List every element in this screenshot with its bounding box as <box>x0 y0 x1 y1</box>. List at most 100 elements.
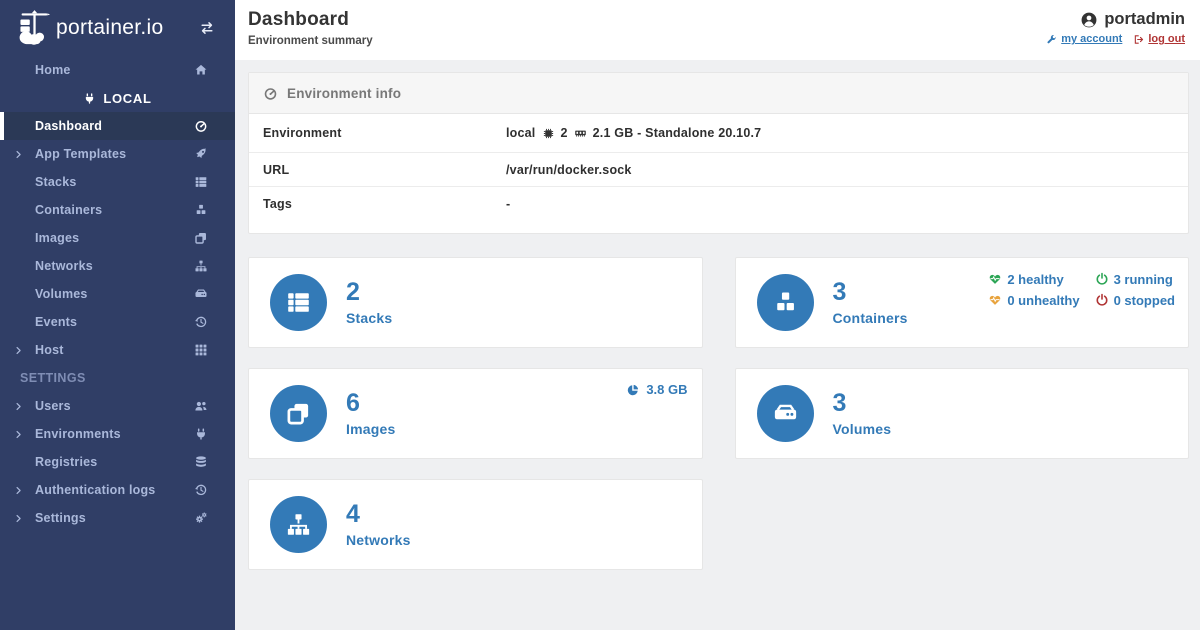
sidebar-item-label: Environments <box>35 427 194 441</box>
page-header: Dashboard Environment summary portadmin … <box>235 0 1200 60</box>
brand-name: portainer.io <box>56 16 164 40</box>
sidebar-item-label: Events <box>35 315 194 329</box>
microchip-icon <box>542 127 555 140</box>
sitemap-icon <box>285 511 312 538</box>
user-name: portadmin <box>1046 10 1185 29</box>
sidebar-item-label: Containers <box>35 203 194 217</box>
clone-icon <box>285 400 312 427</box>
stat-2-healthy: 2 healthy <box>988 269 1079 289</box>
sidebar-item-images[interactable]: Images <box>0 224 235 252</box>
environment-info-panel-header: Environment info <box>249 73 1188 114</box>
sidebar-item-stacks[interactable]: Stacks <box>0 168 235 196</box>
sidebar-item-registries[interactable]: Registries <box>0 448 235 476</box>
sidebar-item-label: Users <box>35 399 194 413</box>
rocket-icon <box>194 147 208 161</box>
my-account-link[interactable]: my account <box>1046 33 1122 45</box>
plug-icon <box>83 92 96 105</box>
sidebar-item-containers[interactable]: Containers <box>0 196 235 224</box>
sidebar-item-authentication-logs[interactable]: Authentication logs <box>0 476 235 504</box>
history-icon <box>194 483 208 497</box>
tile-count: 3 <box>833 279 908 305</box>
log-out-link[interactable]: log out <box>1133 33 1185 45</box>
container-status-stats: 2 healthy0 unhealthy3 running0 stopped <box>988 269 1175 310</box>
tile-volumes[interactable]: 3 Volumes <box>735 368 1190 459</box>
power-icon <box>1095 293 1109 307</box>
stat-0-stopped: 0 stopped <box>1095 290 1175 310</box>
info-row-label: Tags <box>263 197 506 211</box>
sidebar-item-label: Registries <box>35 455 194 469</box>
sidebar-settings-menu: Users Environments Registries Authenticatio… <box>0 392 235 532</box>
sidebar-item-users[interactable]: Users <box>0 392 235 420</box>
sidebar-item-events[interactable]: Events <box>0 308 235 336</box>
tile-containers-circle <box>757 274 814 331</box>
sidebar-item-label: Host <box>35 343 194 357</box>
chevron-right-icon <box>14 150 23 159</box>
stat-3-running: 3 running <box>1095 269 1175 289</box>
power-icon <box>1095 272 1109 286</box>
tile-label: Containers <box>833 310 908 326</box>
wrench-icon <box>1046 34 1057 45</box>
clone-icon <box>194 231 208 245</box>
sidebar: portainer.io Home LOCAL Dashboard App Tem… <box>0 0 235 630</box>
cogs-icon <box>194 511 208 525</box>
environment-info-rows: Environmentlocal22.1 GB - Standalone 20.… <box>249 114 1188 233</box>
sidebar-item-label: Networks <box>35 259 194 273</box>
sidebar-item-label: Images <box>35 231 194 245</box>
images-size-badge: 3.8 GB <box>626 382 687 397</box>
cubes-icon <box>772 289 799 316</box>
hdd-icon <box>772 400 799 427</box>
brand-logo[interactable]: portainer.io <box>14 8 199 48</box>
sidebar-item-app-templates[interactable]: App Templates <box>0 140 235 168</box>
th-icon <box>194 343 208 357</box>
tile-count: 2 <box>346 279 392 305</box>
sidebar-item-label: Home <box>35 63 194 77</box>
users-icon <box>194 399 208 413</box>
page-title: Dashboard <box>248 9 373 31</box>
cubes-icon <box>194 203 208 217</box>
sidebar-settings-header: SETTINGS <box>0 364 235 392</box>
tile-stacks[interactable]: 2 Stacks <box>248 257 703 348</box>
sidebar-item-networks[interactable]: Networks <box>0 252 235 280</box>
info-row-value: /var/run/docker.sock <box>506 163 632 177</box>
sitemap-icon <box>194 259 208 273</box>
tile-label: Images <box>346 421 395 437</box>
th-list-icon <box>194 175 208 189</box>
info-row-value: - <box>506 197 510 211</box>
sidebar-item-host[interactable]: Host <box>0 336 235 364</box>
tile-images[interactable]: 6 Images 3.8 GB <box>248 368 703 459</box>
user-block: portadmin my account log out <box>1046 9 1185 60</box>
sidebar-item-dashboard[interactable]: Dashboard <box>0 112 235 140</box>
chevron-right-icon <box>14 402 23 411</box>
sidebar-item-settings[interactable]: Settings <box>0 504 235 532</box>
tile-count: 6 <box>346 390 395 416</box>
tile-containers[interactable]: 3 Containers 2 healthy0 unhealthy3 running… <box>735 257 1190 348</box>
tile-volumes-circle <box>757 385 814 442</box>
sidebar-item-label: Dashboard <box>35 119 194 133</box>
chevron-right-icon <box>14 346 23 355</box>
chevron-right-icon <box>14 430 23 439</box>
tile-label: Stacks <box>346 310 392 326</box>
info-row-label: URL <box>263 163 506 177</box>
home-icon <box>194 63 208 77</box>
tile-count: 3 <box>833 390 892 416</box>
tile-label: Volumes <box>833 421 892 437</box>
tile-networks[interactable]: 4Networks <box>248 479 703 570</box>
pie-chart-icon <box>626 383 640 397</box>
sidebar-collapse-icon[interactable] <box>199 20 215 36</box>
tile-networks-circle <box>270 496 327 553</box>
database-icon <box>194 455 208 469</box>
sidebar-item-volumes[interactable]: Volumes <box>0 280 235 308</box>
page-subtitle: Environment summary <box>248 35 373 47</box>
content-area: Environment info Environmentlocal22.1 GB… <box>235 60 1200 630</box>
sidebar-item-environments[interactable]: Environments <box>0 420 235 448</box>
heartbeat-icon <box>988 293 1002 307</box>
plug-icon <box>194 427 208 441</box>
heartbeat-icon <box>988 272 1002 286</box>
sidebar-item-home[interactable]: Home <box>0 56 235 84</box>
main-area: Dashboard Environment summary portadmin … <box>235 0 1200 630</box>
sidebar-item-label: App Templates <box>35 147 194 161</box>
environment-info-panel: Environment info Environmentlocal22.1 GB… <box>248 72 1189 234</box>
info-row-label: Environment <box>263 126 506 140</box>
panel-title: Environment info <box>287 86 401 101</box>
environment-name: LOCAL <box>103 91 151 106</box>
